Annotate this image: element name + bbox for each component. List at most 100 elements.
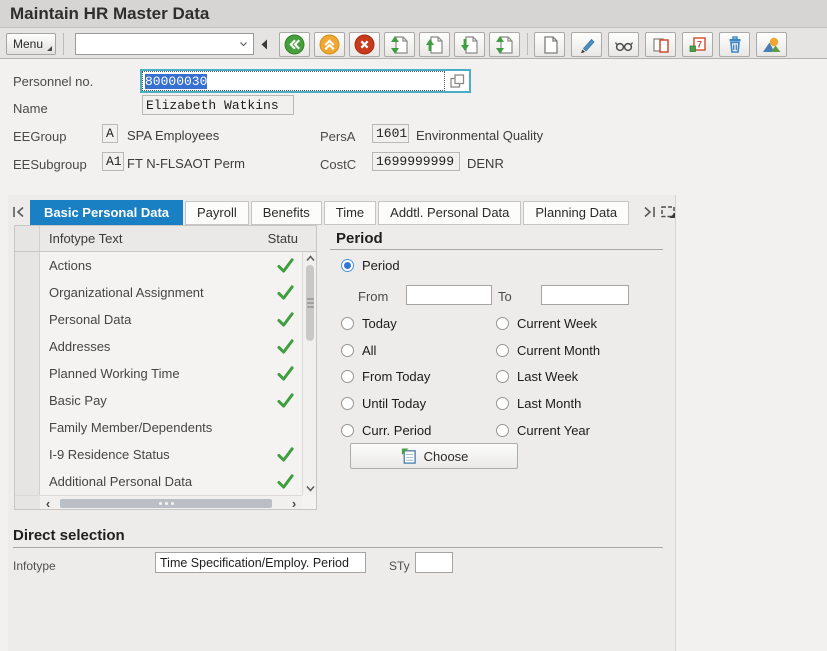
matchcode-icon[interactable] xyxy=(445,71,469,91)
tab-scroll-left-button[interactable] xyxy=(11,205,26,222)
radio-circle[interactable] xyxy=(341,317,354,330)
period-section-title: Period xyxy=(336,230,383,247)
radio-last-week[interactable]: Last Week xyxy=(496,369,578,384)
row-label: Additional Personal Data xyxy=(49,474,192,489)
radio-from-today[interactable]: From Today xyxy=(341,369,430,384)
tab-overview-button[interactable] xyxy=(660,204,676,222)
command-input[interactable] xyxy=(76,37,239,51)
status-check-icon xyxy=(277,258,294,273)
radio-last-month[interactable]: Last Month xyxy=(496,396,581,411)
costc-label: CostC xyxy=(320,157,356,172)
tab-list-icon xyxy=(660,204,676,219)
table-row-actions[interactable]: Actions xyxy=(15,252,302,279)
back-button[interactable] xyxy=(279,32,310,57)
tab-payroll[interactable]: Payroll xyxy=(185,201,249,225)
radio-circle[interactable] xyxy=(496,424,509,437)
table-row-addresses[interactable]: Addresses xyxy=(15,333,302,360)
tab-basic-personal-data[interactable]: Basic Personal Data xyxy=(30,200,183,225)
radio-circle[interactable] xyxy=(341,397,354,410)
table-row-additional-personal-data[interactable]: Additional Personal Data xyxy=(15,468,302,495)
name-label: Name xyxy=(13,101,48,116)
costc-field: 1699999999 xyxy=(372,152,460,171)
radio-curr-period[interactable]: Curr. Period xyxy=(341,423,431,438)
exit-icon xyxy=(319,34,340,55)
radio-circle[interactable] xyxy=(496,397,509,410)
tab-time[interactable]: Time xyxy=(324,201,376,225)
table-row-i9-residence-status[interactable]: I-9 Residence Status xyxy=(15,441,302,468)
scroll-first-tab-icon xyxy=(11,205,26,219)
page-title: Maintain HR Master Data xyxy=(10,4,209,24)
tab-addtl-personal-data[interactable]: Addtl. Personal Data xyxy=(378,201,521,225)
radio-circle[interactable] xyxy=(341,344,354,357)
table-row-basic-pay[interactable]: Basic Pay xyxy=(15,387,302,414)
create-button[interactable] xyxy=(534,32,565,57)
row-label: I-9 Residence Status xyxy=(49,447,170,462)
radio-label: Until Today xyxy=(362,396,426,411)
radio-all[interactable]: All xyxy=(341,343,376,358)
radio-today[interactable]: Today xyxy=(341,316,397,331)
copy-button[interactable] xyxy=(645,32,676,57)
choose-button[interactable]: Choose xyxy=(350,443,518,469)
radio-until-today[interactable]: Until Today xyxy=(341,396,426,411)
display-button[interactable] xyxy=(608,32,639,57)
radio-circle[interactable] xyxy=(341,370,354,383)
horizontal-scrollbar[interactable]: ‹ › xyxy=(40,495,302,509)
direct-selection-title: Direct selection xyxy=(13,527,125,544)
sty-input[interactable] xyxy=(415,552,453,573)
tab-benefits[interactable]: Benefits xyxy=(251,201,322,225)
radio-circle[interactable] xyxy=(496,370,509,383)
next-page-icon xyxy=(460,35,480,55)
command-field[interactable] xyxy=(75,33,254,55)
next-page-button[interactable] xyxy=(454,32,485,57)
eegroup-label: EEGroup xyxy=(13,129,66,144)
previous-page-icon xyxy=(425,35,445,55)
change-button[interactable] xyxy=(571,32,602,57)
scroll-right-arrow[interactable]: › xyxy=(286,496,302,510)
first-page-button[interactable] xyxy=(384,32,415,57)
scroll-down-arrow[interactable] xyxy=(303,482,317,495)
menu-button[interactable]: Menu xyxy=(6,33,56,55)
vertical-scrollbar[interactable] xyxy=(302,252,316,495)
previous-page-button[interactable] xyxy=(419,32,450,57)
personnel-no-field[interactable]: 80000030 xyxy=(140,69,471,93)
radio-current-year[interactable]: Current Year xyxy=(496,423,590,438)
scroll-up-arrow[interactable] xyxy=(303,252,317,265)
cancel-button[interactable] xyxy=(349,32,380,57)
infotype-label: Infotype xyxy=(13,559,56,573)
overview-landscape-icon xyxy=(762,35,782,55)
table-row-organizational-assignment[interactable]: Organizational Assignment xyxy=(15,279,302,306)
last-page-button[interactable] xyxy=(489,32,520,57)
infotype-input[interactable] xyxy=(155,552,366,573)
overview-button[interactable] xyxy=(756,32,787,57)
radio-circle[interactable] xyxy=(496,317,509,330)
tab-label: Planning Data xyxy=(535,205,617,220)
to-date-input[interactable] xyxy=(541,285,629,305)
radio-circle[interactable] xyxy=(496,344,509,357)
from-date-input[interactable] xyxy=(406,285,492,305)
delimit-button[interactable]: 7 xyxy=(682,32,713,57)
column-header-infotype-text: Infotype Text xyxy=(49,231,122,246)
radio-label: Curr. Period xyxy=(362,423,431,438)
tab-planning-data[interactable]: Planning Data xyxy=(523,201,629,225)
scroll-left-arrow[interactable]: ‹ xyxy=(40,496,56,510)
radio-period[interactable]: Period xyxy=(341,258,400,273)
table-row-personal-data[interactable]: Personal Data xyxy=(15,306,302,333)
status-check-icon xyxy=(277,474,294,489)
horizontal-scrollbar-thumb[interactable] xyxy=(60,499,272,508)
radio-label: Last Week xyxy=(517,369,578,384)
radio-circle[interactable] xyxy=(341,424,354,437)
radio-current-month[interactable]: Current Month xyxy=(496,343,600,358)
radio-circle-selected[interactable] xyxy=(341,259,354,272)
delete-button[interactable] xyxy=(719,32,750,57)
radio-current-week[interactable]: Current Week xyxy=(496,316,597,331)
chevron-down-icon[interactable] xyxy=(239,40,248,48)
tab-scroll-right-button[interactable] xyxy=(642,205,657,222)
table-row-planned-working-time[interactable]: Planned Working Time xyxy=(15,360,302,387)
vertical-scrollbar-thumb[interactable] xyxy=(306,265,314,341)
scroll-last-tab-icon xyxy=(642,205,657,219)
exit-button[interactable] xyxy=(314,32,345,57)
table-row-family-member-dependents[interactable]: Family Member/Dependents xyxy=(15,414,302,441)
personnel-no-label: Personnel no. xyxy=(13,74,93,89)
personnel-no-input[interactable]: 80000030 xyxy=(142,71,445,91)
collapse-toolbar-icon[interactable] xyxy=(261,39,268,50)
